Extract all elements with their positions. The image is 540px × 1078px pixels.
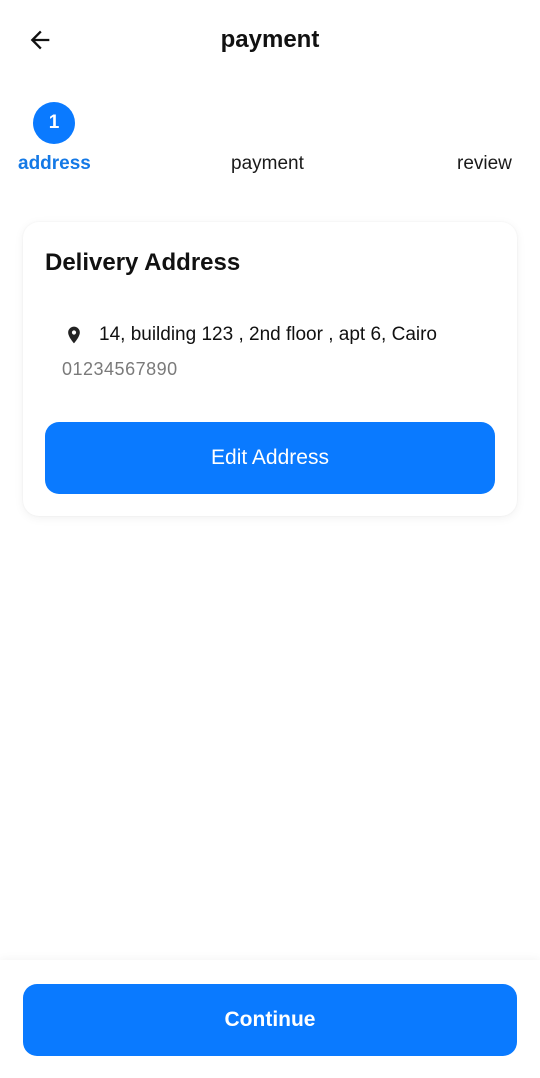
- address-text: 14, building 123 , 2nd floor , apt 6, Ca…: [99, 324, 438, 345]
- checkout-screen: payment 1 address payment review Deliver…: [0, 0, 540, 1078]
- address-row: 14, building 123 , 2nd floor , apt 6, Ca…: [63, 322, 437, 348]
- page-title: payment: [220, 26, 320, 53]
- app-bar: payment: [0, 0, 540, 80]
- step-review-label[interactable]: review: [457, 152, 512, 176]
- card-title: Delivery Address: [45, 249, 241, 276]
- map-pin-icon: [63, 323, 85, 347]
- bottom-bar: Continue: [0, 960, 540, 1078]
- checkout-stepper: 1 address payment review: [0, 100, 540, 180]
- edit-address-button[interactable]: Edit Address: [45, 422, 495, 494]
- step-payment-label[interactable]: payment: [231, 152, 304, 176]
- step-address-label[interactable]: address: [18, 152, 91, 176]
- continue-button[interactable]: Continue: [23, 984, 517, 1056]
- step-indicator-address: 1: [33, 102, 75, 144]
- phone-number: 01234567890: [62, 359, 178, 379]
- delivery-address-card: Delivery Address 14, building 123 , 2nd …: [23, 222, 517, 516]
